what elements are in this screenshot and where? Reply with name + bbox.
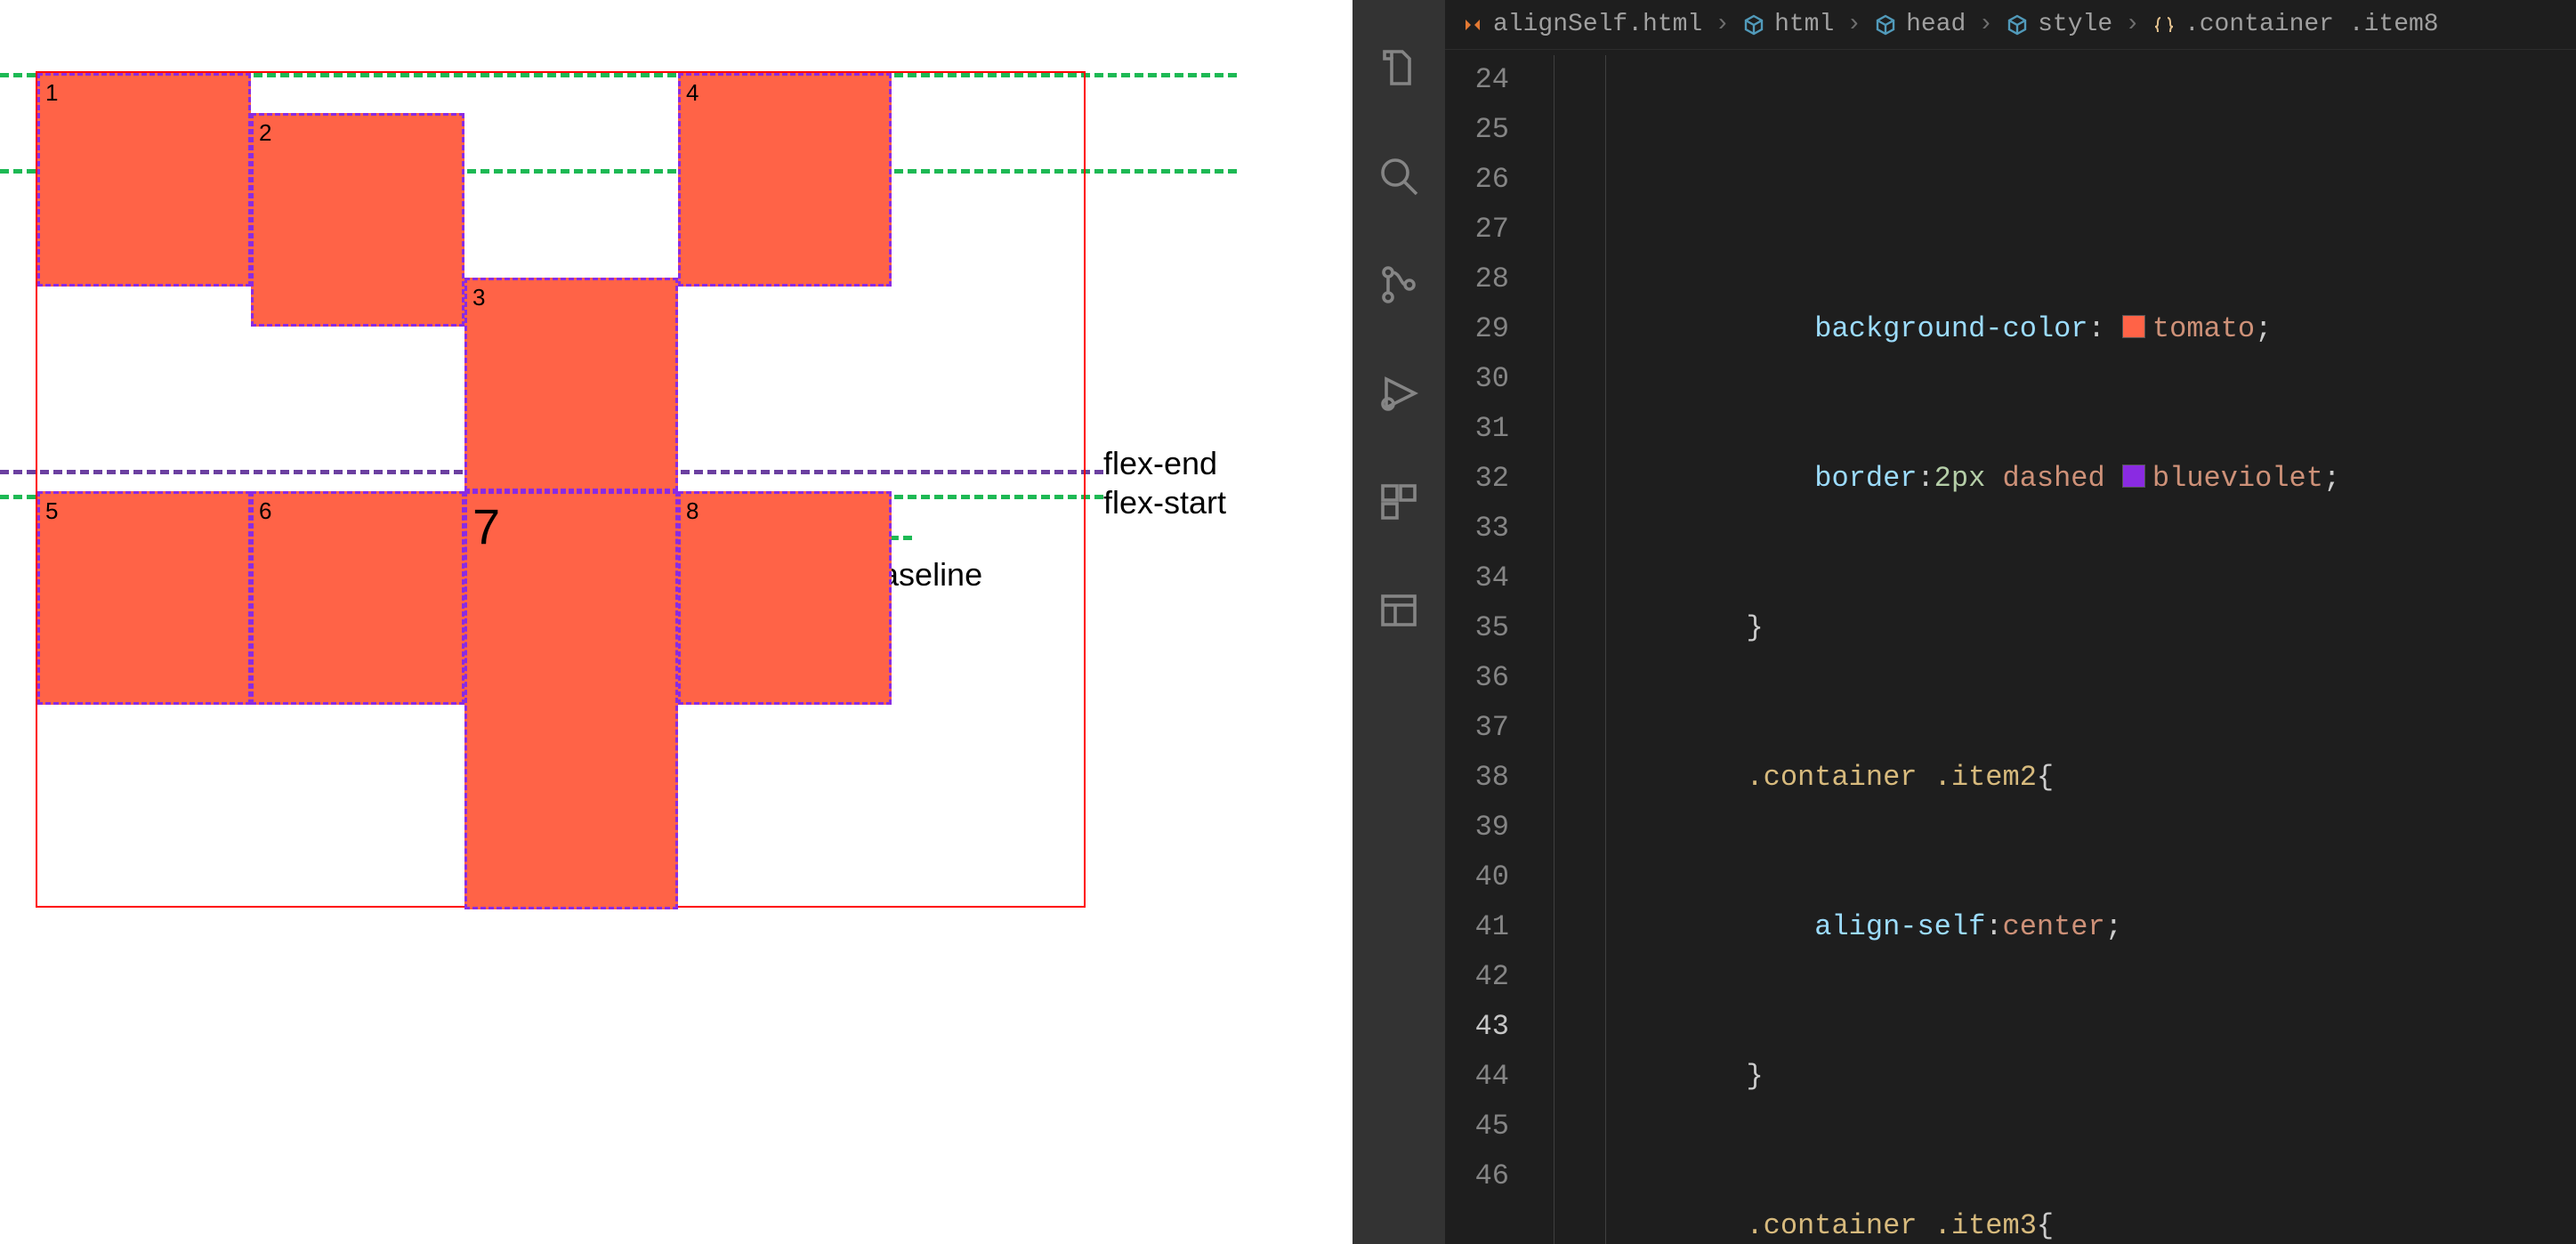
item-number: 4 <box>686 79 699 107</box>
line-number: 45 <box>1445 1102 1509 1151</box>
breadcrumb-selector[interactable]: .container .item8 <box>2184 11 2439 38</box>
breadcrumb-html[interactable]: html <box>1774 11 1834 38</box>
files-icon[interactable] <box>1376 44 1422 91</box>
vscode-window: alignSelf.html › html › head › style › <box>1353 0 2576 1244</box>
line-number: 32 <box>1445 454 1509 504</box>
code-line[interactable]: .container .item2{ <box>1530 753 2576 803</box>
flex-item-4: 4 <box>678 73 892 287</box>
code-line[interactable]: border:2px dashed blueviolet; <box>1530 454 2576 504</box>
flex-item-6: 6 <box>251 491 464 705</box>
browser-preview: center flex-end flex-start baseline 1 2 … <box>0 0 1353 1244</box>
chevron-right-icon: › <box>1846 11 1861 38</box>
line-number: 27 <box>1445 205 1509 254</box>
cube-icon <box>1874 13 1897 36</box>
flex-item-1: 1 <box>37 73 251 287</box>
item-number: 6 <box>259 497 271 525</box>
line-number: 28 <box>1445 254 1509 304</box>
code-line[interactable]: .container .item3{ <box>1530 1201 2576 1244</box>
line-number: 43 <box>1445 1002 1509 1052</box>
preview-pane-icon[interactable] <box>1376 587 1422 634</box>
flex-row-2: 5 6 7 8 <box>37 491 1087 909</box>
item-number: 3 <box>472 284 485 311</box>
line-number: 33 <box>1445 504 1509 553</box>
line-number: 37 <box>1445 703 1509 753</box>
chevron-right-icon: › <box>2125 11 2140 38</box>
line-number: 38 <box>1445 753 1509 803</box>
line-number: 31 <box>1445 404 1509 454</box>
code-line[interactable]: } <box>1530 1052 2576 1102</box>
css-rule-icon <box>2152 13 2176 36</box>
flex-row-1: 1 2 3 4 <box>37 73 1087 491</box>
breadcrumb-style[interactable]: style <box>2038 11 2112 38</box>
code-line[interactable]: align-self:center; <box>1530 902 2576 952</box>
breadcrumbs[interactable]: alignSelf.html › html › head › style › <box>1445 0 2576 50</box>
search-icon[interactable] <box>1376 153 1422 199</box>
label-flex-start: flex-start <box>1103 484 1226 521</box>
line-number: 44 <box>1445 1052 1509 1102</box>
flex-item-5: 5 <box>37 491 251 705</box>
item-number: 1 <box>45 79 58 107</box>
html-file-icon <box>1461 13 1484 36</box>
line-number: 46 <box>1445 1151 1509 1201</box>
line-number: 30 <box>1445 354 1509 404</box>
code-line[interactable]: background-color: tomato; <box>1530 304 2576 354</box>
line-number: 41 <box>1445 902 1509 952</box>
line-number: 25 <box>1445 105 1509 155</box>
item-number: 7 <box>472 497 500 555</box>
label-flex-end: flex-end <box>1103 445 1217 482</box>
code-editor[interactable]: 24 25 26 27 28 29 30 31 32 33 34 35 36 3… <box>1445 50 2576 1244</box>
color-swatch-icon <box>2122 464 2145 488</box>
chevron-right-icon: › <box>1715 11 1730 38</box>
item-number: 5 <box>45 497 58 525</box>
flex-item-7: 7 <box>464 491 678 909</box>
code-line[interactable]: } <box>1530 603 2576 653</box>
breadcrumb-head[interactable]: head <box>1906 11 1966 38</box>
line-number-gutter: 24 25 26 27 28 29 30 31 32 33 34 35 36 3… <box>1445 55 1530 1244</box>
item-number: 2 <box>259 119 271 147</box>
item-number: 8 <box>686 497 699 525</box>
flex-item-8: 8 <box>678 491 892 705</box>
flex-item-2: 2 <box>251 113 464 327</box>
cube-icon <box>1742 13 1765 36</box>
run-debug-icon[interactable] <box>1376 370 1422 416</box>
line-number: 34 <box>1445 553 1509 603</box>
extensions-icon[interactable] <box>1376 479 1422 525</box>
chevron-right-icon: › <box>1978 11 1993 38</box>
line-number: 36 <box>1445 653 1509 703</box>
line-number: 40 <box>1445 852 1509 902</box>
breadcrumb-file[interactable]: alignSelf.html <box>1493 11 1702 38</box>
source-control-icon[interactable] <box>1376 262 1422 308</box>
cube-icon <box>2006 13 2029 36</box>
color-swatch-icon <box>2122 315 2145 338</box>
code-content[interactable]: background-color: tomato; border:2px das… <box>1530 55 2576 1244</box>
line-number: 42 <box>1445 952 1509 1002</box>
line-number: 26 <box>1445 155 1509 205</box>
flex-item-3: 3 <box>464 278 678 491</box>
line-number: 24 <box>1445 55 1509 105</box>
editor-area: alignSelf.html › html › head › style › <box>1445 0 2576 1244</box>
line-number: 29 <box>1445 304 1509 354</box>
activity-bar <box>1353 0 1445 1244</box>
flex-container-outline: 1 2 3 4 5 6 7 8 <box>36 71 1086 908</box>
line-number: 35 <box>1445 603 1509 653</box>
line-number: 39 <box>1445 803 1509 852</box>
